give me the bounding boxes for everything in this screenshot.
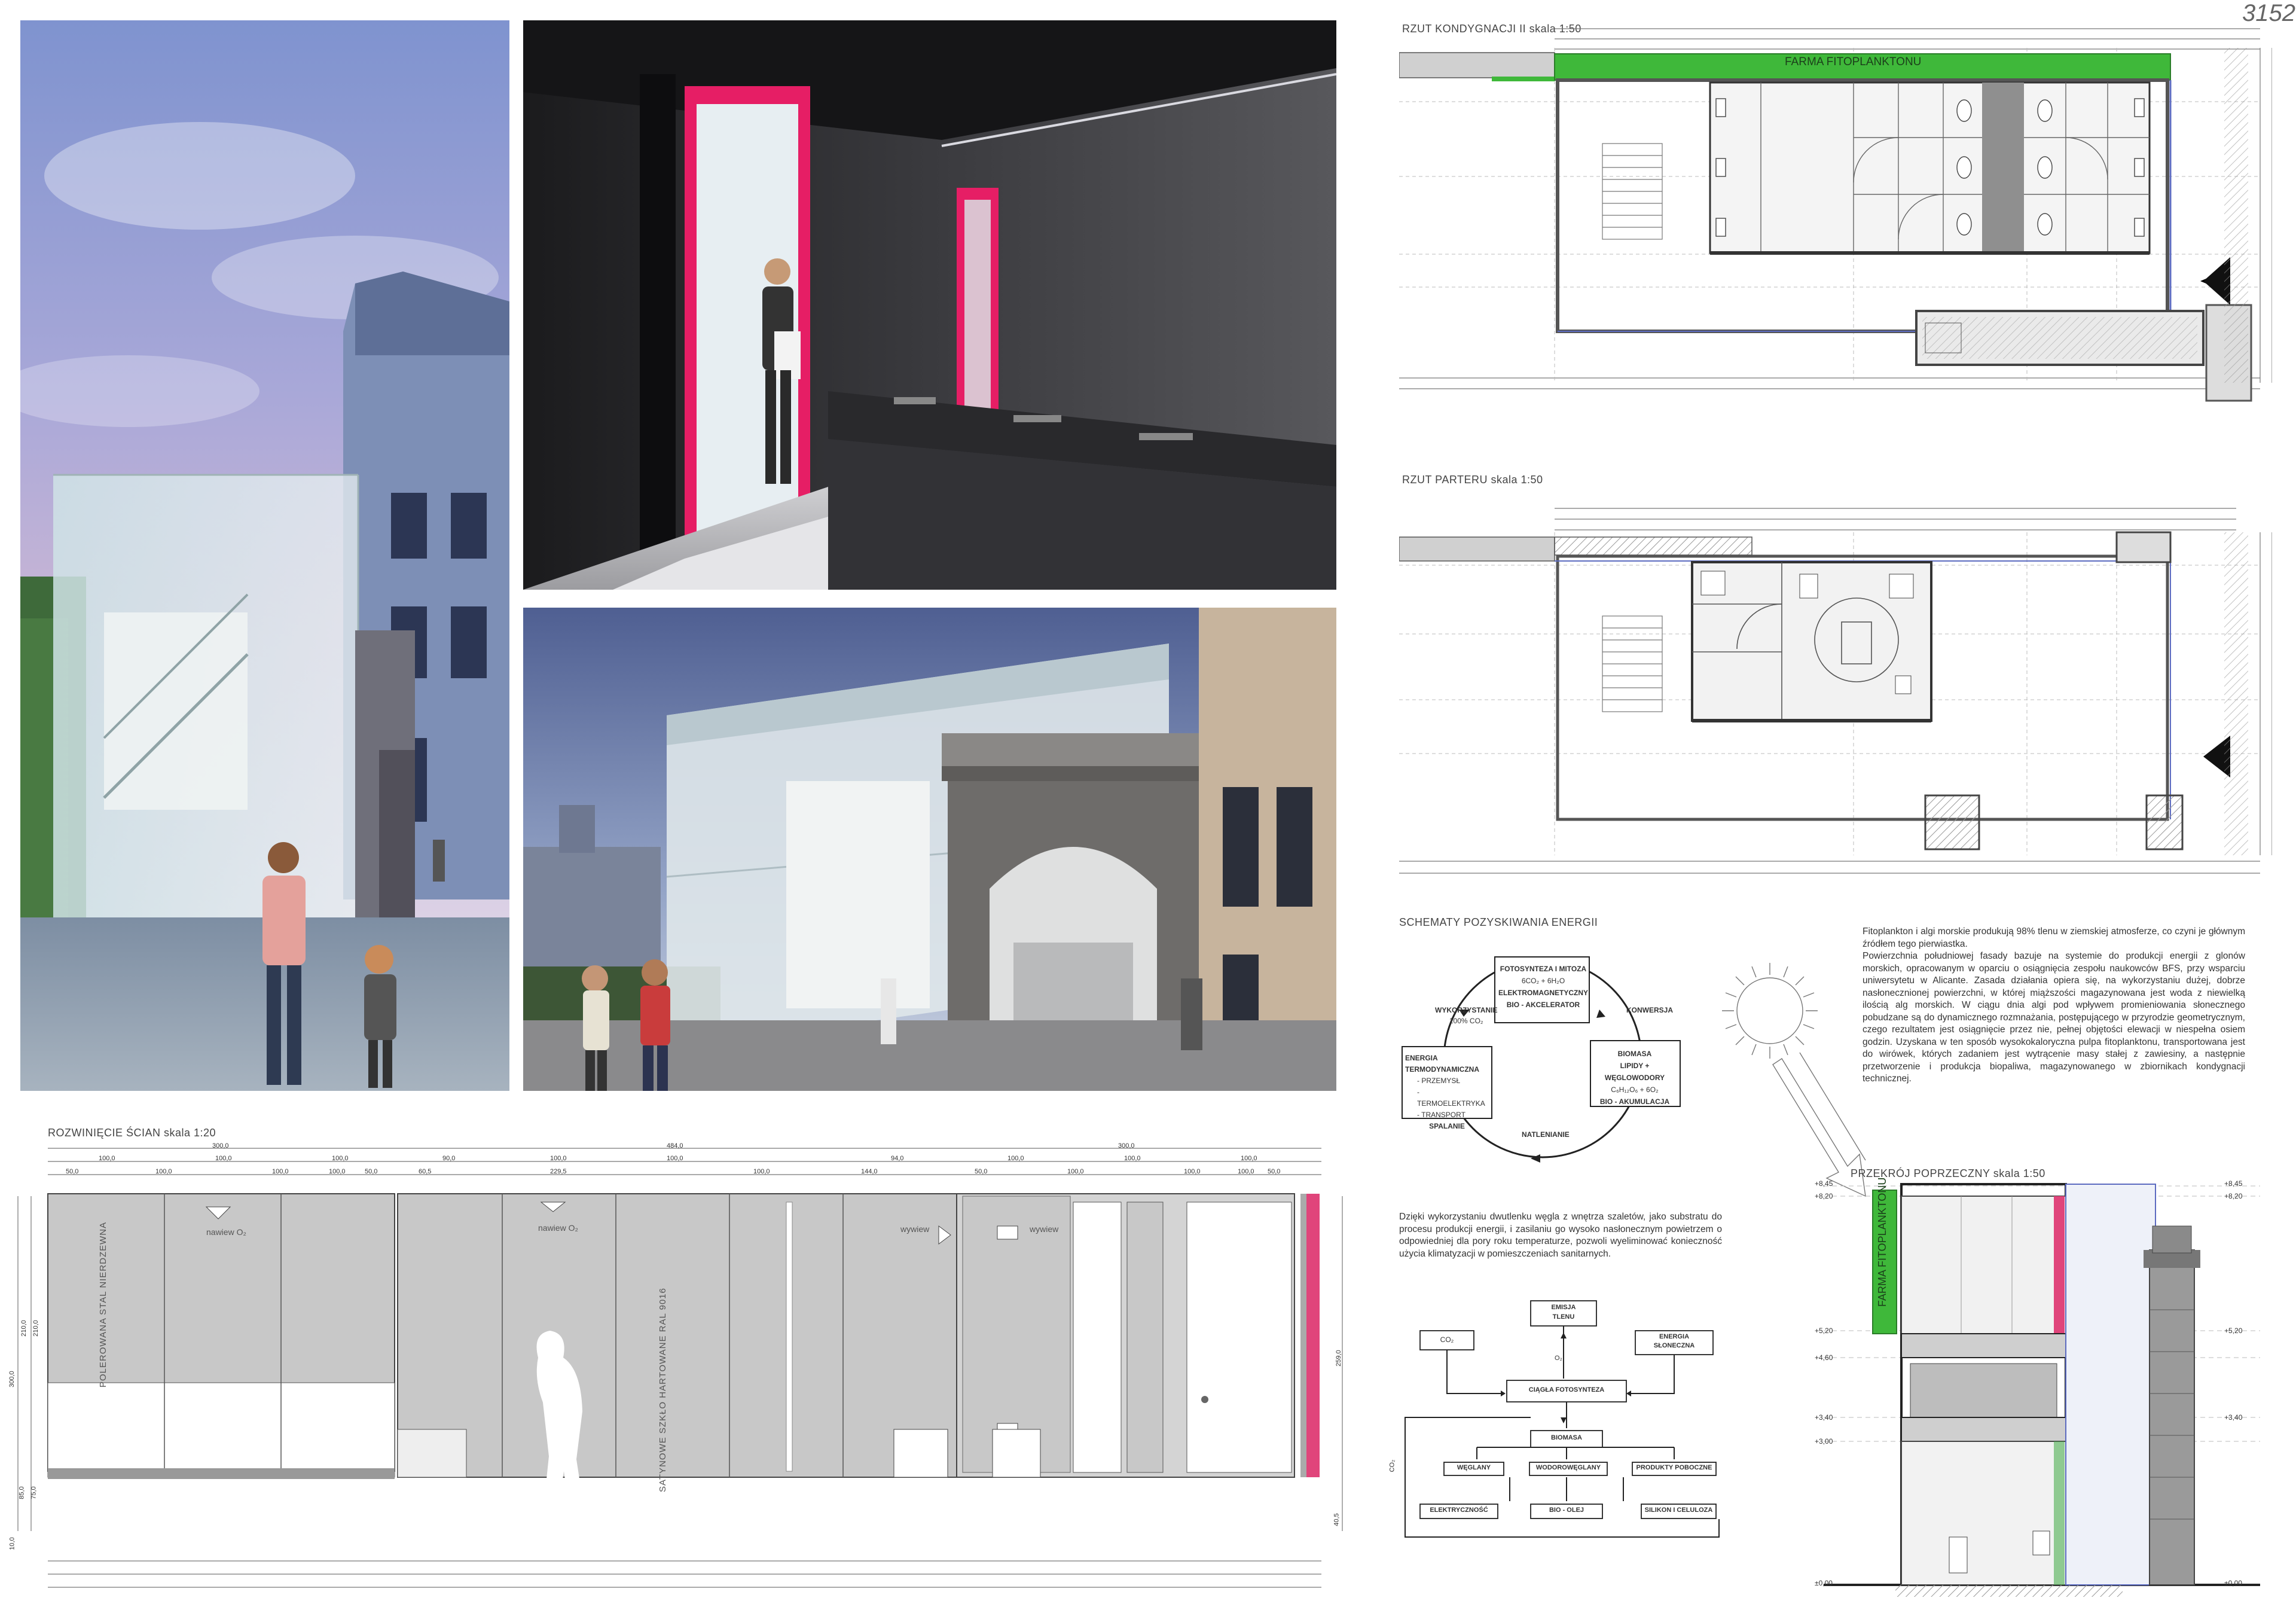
dim-side-6: 10,0 xyxy=(8,1537,16,1550)
co2-description: Dzięki wykorzystaniu dwutlenku węgla z w… xyxy=(1399,1212,1722,1259)
level-left-4: +4,60 xyxy=(1815,1353,1833,1362)
level-left-1: +8,45 xyxy=(1815,1179,1833,1188)
flow-co2: CO₂ xyxy=(1440,1335,1454,1344)
level-right-3: +5,20 xyxy=(2224,1327,2243,1335)
dim-r3-12: 100,0 xyxy=(1184,1168,1201,1175)
dim-side-1: 300,0 xyxy=(8,1371,16,1388)
wall-label-intake-2: nawiew O₂ xyxy=(538,1223,578,1233)
dim-r2-1: 100,0 xyxy=(99,1155,115,1162)
dim-side-5: 75,0 xyxy=(30,1486,38,1499)
ground-plan-title: RZUT PARTERU skala 1:50 xyxy=(1402,474,1543,486)
level-right-2: +8,20 xyxy=(2224,1192,2243,1200)
cycle-label-oxygenation: NATLENIANIE xyxy=(1522,1130,1570,1139)
dim-r2-7: 94,0 xyxy=(891,1155,904,1162)
dim-r2-6: 100,0 xyxy=(667,1155,683,1162)
render-street-arch-view xyxy=(523,608,1336,1091)
dim-r3-11: 100,0 xyxy=(1067,1168,1084,1175)
dim-r2-3: 100,0 xyxy=(332,1155,349,1162)
cycle-label-use: WYKORZYSTANIE 100% CO₂ xyxy=(1435,1006,1498,1025)
dim-r3-9: 144,0 xyxy=(861,1168,878,1175)
level-right-5: ±0,00 xyxy=(2224,1579,2242,1587)
level-left-7: ±0,00 xyxy=(1815,1579,1833,1587)
dim-r2-9: 100,0 xyxy=(1124,1155,1141,1162)
dim-right-2: 40,5 xyxy=(1333,1513,1341,1526)
flow-elektrycznosc: ELEKTRYCZNOŚĆ xyxy=(1430,1507,1488,1514)
dim-side-2: 210,0 xyxy=(20,1320,28,1337)
level-left-3: +5,20 xyxy=(1815,1327,1833,1335)
wall-label-intake-1: nawiew O₂ xyxy=(206,1227,246,1237)
cycle-label-conversion: KONWERSJA xyxy=(1626,1006,1674,1014)
level-left-6: +3,00 xyxy=(1815,1437,1833,1446)
wall-label-exhaust-2: wywiew xyxy=(1030,1224,1059,1234)
dim-r2-2: 100,0 xyxy=(215,1155,232,1162)
level-right-4: +3,40 xyxy=(2224,1413,2243,1422)
level-left-5: +3,40 xyxy=(1815,1413,1833,1422)
phyto-farm-label-upper: FARMA FITOPLANKTONU xyxy=(1785,56,1922,68)
dim-r3-5: 50,0 xyxy=(365,1168,378,1175)
render-bathroom-interior xyxy=(523,20,1336,590)
dim-r3-6: 60,5 xyxy=(419,1168,432,1175)
ground-floor-plan xyxy=(1399,508,2272,874)
dim-r3-1: 50,0 xyxy=(66,1168,79,1175)
dim-r2-8: 100,0 xyxy=(1007,1155,1024,1162)
dim-r3-7: 229,5 xyxy=(550,1168,567,1175)
flow-silikon: SILIKON I CELULOZA xyxy=(1644,1507,1713,1514)
flow-fotosynteza: CIĄGŁA FOTOSYNTEZA xyxy=(1528,1386,1605,1393)
board-id: 3152 xyxy=(2242,0,2295,26)
dim-top-1: 300,0 xyxy=(212,1142,229,1149)
energy-schemes-title: SCHEMATY POZYSKIWANIA ENERGII xyxy=(1399,916,1598,928)
flow-energia: ENERGIA SŁONECZNA xyxy=(1653,1333,1695,1349)
dim-side-3: 210,0 xyxy=(32,1320,39,1337)
dim-r3-2: 100,0 xyxy=(155,1168,172,1175)
flow-produkty: PRODUKTY POBOCZNE xyxy=(1636,1464,1712,1471)
dim-side-4: 85,0 xyxy=(18,1486,26,1499)
wall-label-steel: POLEROWANA STAL NIERDZEWNA xyxy=(98,1221,108,1388)
flow-wodorowglany: WODOROWĘGLANY xyxy=(1535,1464,1601,1471)
cycle-left-box: ENERGIA TERMODYNAMICZNA - PRZEMYSŁ - TERM… xyxy=(1405,1054,1485,1130)
upper-floor-plan xyxy=(1399,28,2272,402)
level-right-1: +8,45 xyxy=(2224,1179,2243,1188)
cross-section-drawing xyxy=(1824,1183,2260,1597)
flow-o2: O₂ xyxy=(1555,1355,1562,1362)
dim-r3-14: 50,0 xyxy=(1268,1168,1281,1175)
flow-weglany: WĘGLANY xyxy=(1457,1464,1491,1471)
wall-development-drawing xyxy=(17,1148,1343,1588)
wall-label-exhaust-1: wywiew xyxy=(900,1224,930,1234)
dim-r3-3: 100,0 xyxy=(272,1168,289,1175)
wall-label-glass: SATYNOWE SZKŁO HARTOWANE RAL 9016 xyxy=(658,1288,668,1492)
dim-right-1: 259,0 xyxy=(1335,1350,1342,1367)
dim-top-3: 300,0 xyxy=(1118,1142,1135,1149)
dim-r3-10: 50,0 xyxy=(975,1168,988,1175)
dim-r3-13: 100,0 xyxy=(1238,1168,1254,1175)
dim-r3-8: 100,0 xyxy=(753,1168,770,1175)
dim-r3-4: 100,0 xyxy=(329,1168,346,1175)
cycle-top-box: FOTOSYNTEZA I MITOZA 6CO₂ + 6H₂O ELEKTROMA… xyxy=(1498,965,1588,1009)
level-left-2: +8,20 xyxy=(1815,1192,1833,1200)
dim-top-2: 484,0 xyxy=(667,1142,683,1149)
description-text: Fitoplankton i algi morskie produkują 98… xyxy=(1863,926,2245,1084)
flow-emisja: EMISJA TLENU xyxy=(1551,1304,1576,1321)
dim-r2-10: 100,0 xyxy=(1241,1155,1257,1162)
flow-bio-olej: BIO - OLEJ xyxy=(1549,1507,1584,1514)
render-courtyard-glass-stair xyxy=(20,20,509,1091)
phyto-farm-label-section: FARMA FITOPLANKTONU xyxy=(1876,1177,1888,1307)
flow-co2-side: CO₂ xyxy=(1388,1459,1396,1472)
dim-r2-4: 90,0 xyxy=(442,1155,456,1162)
dim-r2-5: 100,0 xyxy=(550,1155,567,1162)
flow-biomasa: BIOMASA xyxy=(1551,1434,1582,1441)
cycle-right-box: BIOMASA LIPIDY + WĘGLOWODORY C₆H₁₂O₆ + 6O₂… xyxy=(1599,1050,1670,1106)
